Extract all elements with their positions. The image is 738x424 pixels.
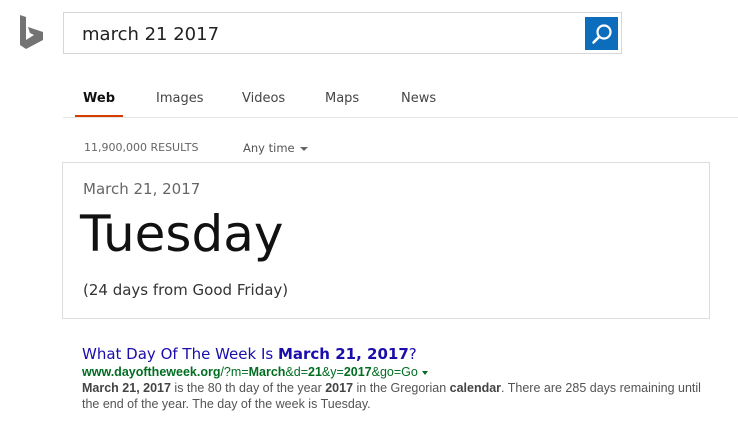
- scope-tabs: Web Images Videos Maps News: [0, 87, 738, 118]
- search-button[interactable]: [585, 17, 618, 50]
- result-title-prefix: What Day Of The Week Is: [82, 345, 278, 363]
- snippet-text: is the 80 th day of the year: [170, 381, 326, 395]
- answer-day-of-week: Tuesday: [80, 205, 284, 263]
- result-url-domain: www.dayoftheweek.org: [82, 365, 221, 379]
- time-filter-dropdown[interactable]: Any time: [243, 141, 308, 155]
- result-url-bold: March: [248, 365, 286, 379]
- result-url-bold: 21: [308, 365, 322, 379]
- snippet-bold: 2017: [325, 381, 354, 395]
- search-box: [63, 12, 622, 54]
- snippet-text: in the Gregorian: [353, 381, 450, 395]
- result-url-path: &y=: [321, 365, 344, 379]
- web-result: What Day Of The Week Is March 21, 2017? …: [82, 344, 702, 412]
- result-count: 11,900,000 RESULTS: [84, 141, 199, 154]
- result-url-path: &d=: [285, 365, 309, 379]
- result-title-bold: March 21, 2017: [277, 345, 409, 363]
- result-url[interactable]: www.dayoftheweek.org/?m=March&d=21&y=201…: [82, 364, 702, 380]
- date-answer-card: March 21, 2017 Tuesday (24 days from Goo…: [62, 162, 710, 319]
- snippet-bold: March 21, 2017: [82, 381, 171, 395]
- chevron-down-icon: [299, 146, 308, 151]
- result-title-suffix: ?: [408, 345, 417, 363]
- tabs-divider: [63, 117, 738, 118]
- tab-videos[interactable]: Videos: [242, 91, 285, 106]
- tab-news[interactable]: News: [401, 91, 436, 106]
- snippet-bold: calendar: [449, 381, 502, 395]
- search-input[interactable]: [82, 22, 572, 46]
- result-title-link[interactable]: What Day Of The Week Is March 21, 2017?: [82, 344, 702, 364]
- time-filter-label: Any time: [243, 141, 295, 155]
- result-url-path: &go=Go: [371, 365, 418, 379]
- tab-images[interactable]: Images: [156, 91, 204, 106]
- answer-date: March 21, 2017: [83, 180, 201, 198]
- result-url-path: /?m=: [220, 365, 249, 379]
- tab-maps[interactable]: Maps: [325, 91, 359, 106]
- search-icon: [591, 23, 612, 44]
- bing-logo-icon[interactable]: [18, 14, 46, 50]
- result-snippet: March 21, 2017 is the 80 th day of the y…: [82, 380, 702, 412]
- result-url-bold: 2017: [343, 365, 372, 379]
- url-menu-caret-icon[interactable]: [421, 370, 428, 375]
- answer-note: (24 days from Good Friday): [83, 281, 289, 299]
- tab-web[interactable]: Web: [83, 91, 115, 106]
